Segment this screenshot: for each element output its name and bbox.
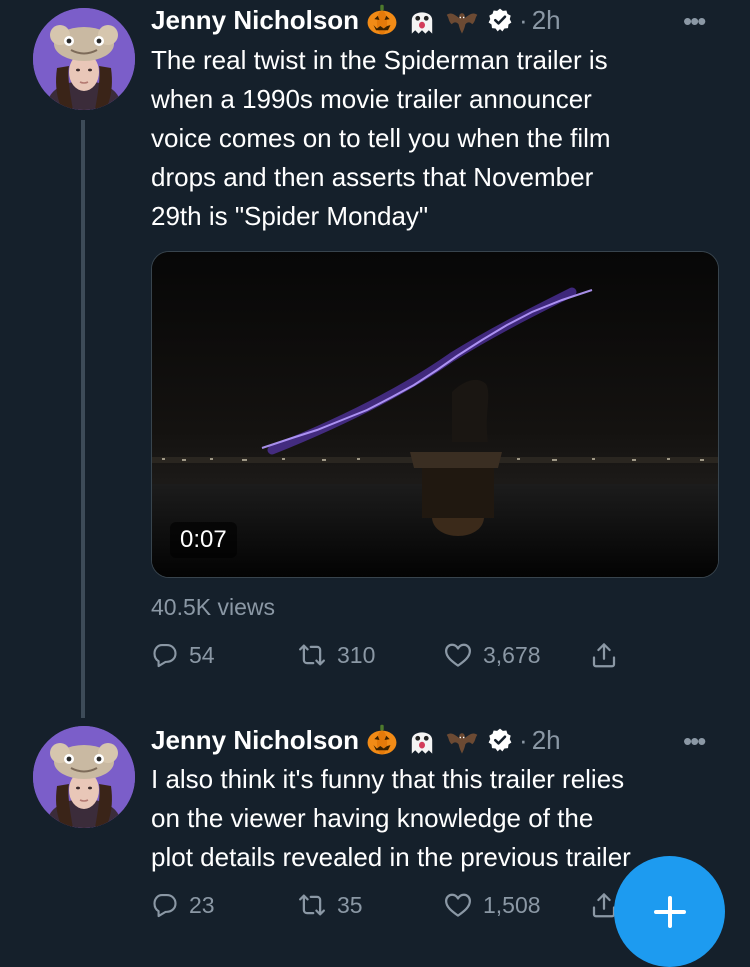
separator-dot: · xyxy=(519,4,528,35)
reply-button[interactable]: 54 xyxy=(151,641,297,669)
author-name[interactable]: Jenny Nicholson xyxy=(151,5,359,36)
like-count: 3,678 xyxy=(483,641,541,668)
tweet-text-line: on the viewer having knowledge of the xyxy=(151,803,594,833)
ghost-icon xyxy=(405,3,439,37)
tweet-header: Jenny Nicholson · 2h xyxy=(151,722,561,758)
retweet-button[interactable]: 310 xyxy=(297,640,443,670)
tweet-text-line: I also think it's funny that this traile… xyxy=(151,764,625,794)
more-options-icon[interactable]: ••• xyxy=(683,6,706,37)
separator-dot: · xyxy=(519,724,528,755)
video-frame xyxy=(152,252,718,577)
reply-icon xyxy=(151,891,179,919)
plus-icon xyxy=(653,895,686,928)
retweet-icon xyxy=(297,890,327,920)
like-icon xyxy=(443,640,473,670)
bat-icon xyxy=(445,723,479,757)
tweet-time[interactable]: 2h xyxy=(532,5,561,36)
verified-badge-icon xyxy=(487,7,513,33)
avatar[interactable] xyxy=(33,726,135,828)
reply-icon xyxy=(151,641,179,669)
pumpkin-icon xyxy=(365,3,399,37)
like-count: 1,508 xyxy=(483,891,541,918)
retweet-count: 35 xyxy=(337,891,363,918)
like-button[interactable]: 1,508 xyxy=(443,890,589,920)
view-count: 40.5K views xyxy=(151,594,276,620)
thread-line xyxy=(81,120,85,718)
avatar[interactable] xyxy=(33,8,135,110)
tweet-actions: 54 310 3,678 xyxy=(151,640,619,670)
reply-count: 23 xyxy=(189,891,215,918)
tweet-text-line: The real twist in the Spiderman trailer … xyxy=(151,45,608,75)
video-player[interactable]: 0:07 xyxy=(151,251,719,578)
retweet-button[interactable]: 35 xyxy=(297,890,443,920)
retweet-count: 310 xyxy=(337,641,376,668)
tweet-header: Jenny Nicholson · 2h xyxy=(151,2,561,38)
avatar-image xyxy=(33,726,135,828)
tweet-text-line: drops and then asserts that November xyxy=(151,162,594,192)
pumpkin-icon xyxy=(365,723,399,757)
tweet-text-line: when a 1990s movie trailer announcer xyxy=(151,84,592,114)
like-icon xyxy=(443,890,473,920)
verified-badge-icon xyxy=(487,727,513,753)
tweet-time[interactable]: 2h xyxy=(532,725,561,756)
tweet-text-line: 29th is "Spider Monday" xyxy=(151,201,429,231)
tweet-text: The real twist in the Spiderman trailer … xyxy=(151,41,721,236)
reply-count: 54 xyxy=(189,641,215,668)
tweet-1[interactable]: Jenny Nicholson · 2h ••• The real twist … xyxy=(0,0,750,718)
tweet-actions: 23 35 1,508 xyxy=(151,890,619,920)
avatar-image xyxy=(33,8,135,110)
bat-icon xyxy=(445,3,479,37)
author-name[interactable]: Jenny Nicholson xyxy=(151,725,359,756)
reply-button[interactable]: 23 xyxy=(151,891,297,919)
retweet-icon xyxy=(297,640,327,670)
share-icon xyxy=(589,640,619,670)
tweet-text-line: voice comes on to tell you when the film xyxy=(151,123,611,153)
more-options-icon[interactable]: ••• xyxy=(683,726,706,757)
compose-tweet-button[interactable] xyxy=(614,856,725,967)
share-button[interactable] xyxy=(589,640,619,670)
ghost-icon xyxy=(405,723,439,757)
video-duration: 0:07 xyxy=(170,522,237,558)
like-button[interactable]: 3,678 xyxy=(443,640,589,670)
